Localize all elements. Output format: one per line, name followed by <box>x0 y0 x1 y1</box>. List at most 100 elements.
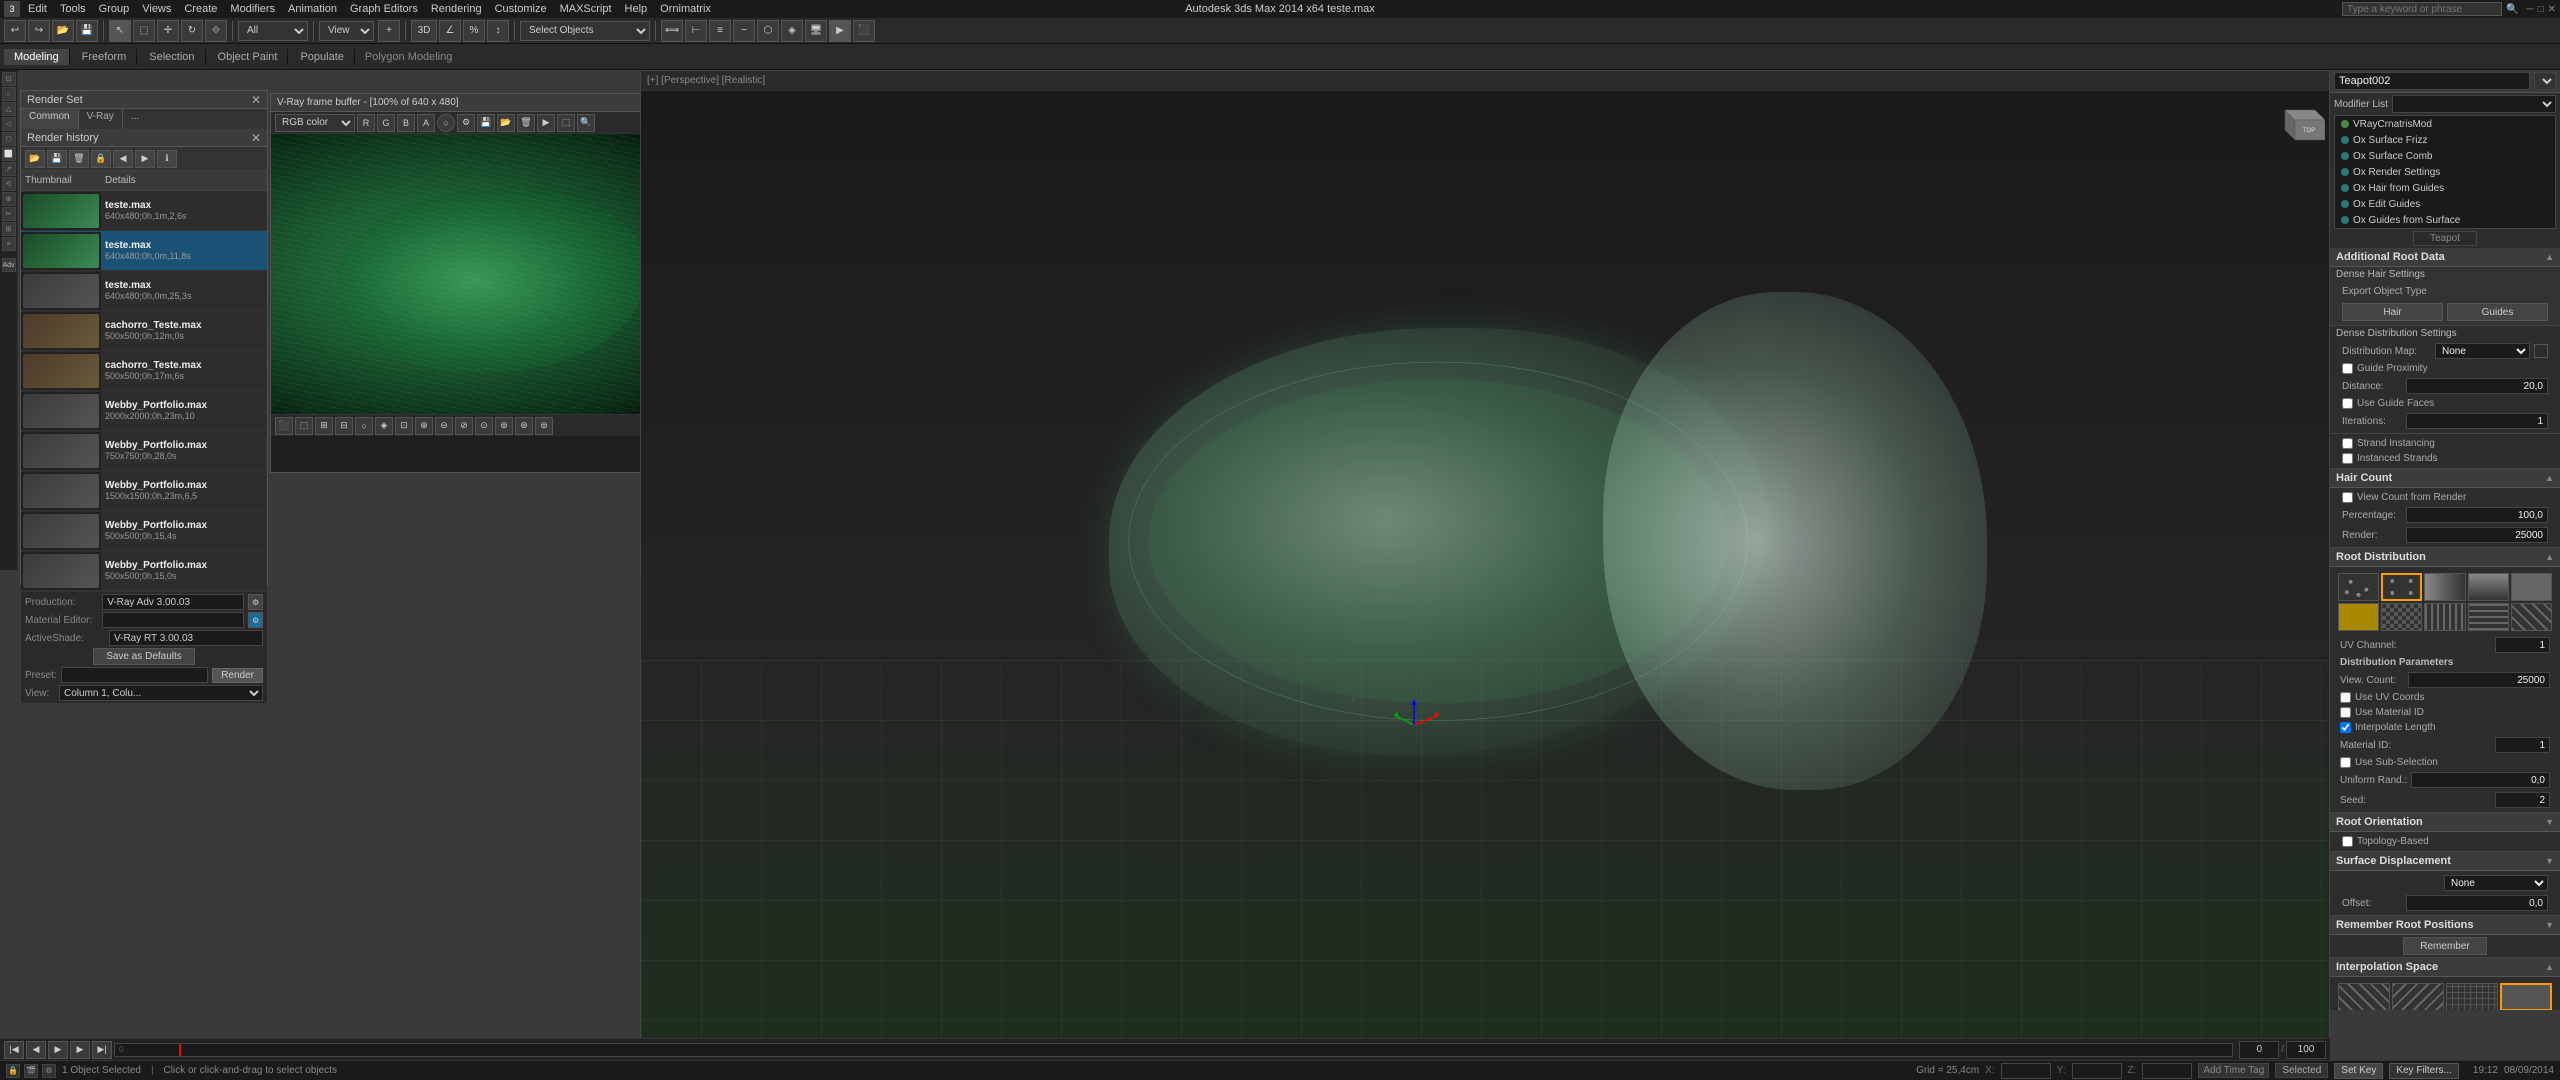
named-sel-dropdown[interactable]: All <box>238 21 308 41</box>
render-btn[interactable]: ▶ <box>829 20 851 42</box>
advanced-icon[interactable]: Adv <box>2 258 16 272</box>
viewport-canvas[interactable]: TOP + <box>641 91 2329 1039</box>
render-history-close[interactable]: ✕ <box>251 131 261 145</box>
vray-alpha-btn[interactable]: A <box>417 114 435 132</box>
menu-rendering[interactable]: Rendering <box>425 2 488 16</box>
mat-id-input[interactable] <box>2495 737 2550 753</box>
vray-bottom-btn7[interactable]: ⊡ <box>395 417 413 435</box>
render-button[interactable]: Render <box>212 668 263 683</box>
history-item-6[interactable]: Webby_Portfolio.max 750x750;0h,28,0s <box>21 431 267 471</box>
mirror-btn[interactable]: ⟺ <box>661 20 683 42</box>
mod-2[interactable]: Ox Surface Comb <box>2335 148 2555 164</box>
remember-btn[interactable]: Remember <box>2403 937 2486 955</box>
search-btn[interactable]: 🔍 <box>2506 4 2518 15</box>
menu-graph-editors[interactable]: Graph Editors <box>344 2 424 16</box>
save-defaults-btn[interactable]: Save as Defaults <box>93 648 195 665</box>
material-editor-btn[interactable]: ◈ <box>781 20 803 42</box>
window-minimize[interactable]: ─ <box>2526 4 2533 15</box>
left-icon-12[interactable]: ≡ <box>2 237 16 251</box>
hist-lock[interactable]: 🔒 <box>91 150 111 168</box>
vray-bottom-btn3[interactable]: ⊞ <box>315 417 333 435</box>
mode-freeform[interactable]: Freeform <box>72 49 138 65</box>
preset-input[interactable] <box>61 667 209 683</box>
vray-bottom-btn4[interactable]: ⊟ <box>335 417 353 435</box>
base-object-label[interactable]: Teapot <box>2413 231 2477 246</box>
move-btn[interactable]: ✛ <box>157 20 179 42</box>
interp-cell-3[interactable] <box>2500 983 2552 1010</box>
scale-btn[interactable]: ⟐ <box>205 20 227 42</box>
view-select[interactable]: Column 1, Colu... <box>59 685 263 701</box>
remember-roots-header[interactable]: Remember Root Positions ▼ <box>2330 916 2560 935</box>
production-input[interactable] <box>102 594 244 610</box>
mode-selection[interactable]: Selection <box>139 49 205 65</box>
key-filters-btn[interactable]: Key Filters... <box>2389 1063 2459 1079</box>
mod-4[interactable]: Ox Hair from Guides <box>2335 180 2555 196</box>
3d-snap-btn[interactable]: 3D <box>411 20 437 42</box>
vray-bottom-btn11[interactable]: ⊙ <box>475 417 493 435</box>
left-icon-7[interactable]: ↗ <box>2 162 16 176</box>
menu-modifiers[interactable]: Modifiers <box>224 2 281 16</box>
render-set-close[interactable]: ✕ <box>251 93 261 107</box>
pct-input[interactable] <box>2406 507 2548 523</box>
mod-1[interactable]: Ox Surface Frizz <box>2335 132 2555 148</box>
mod-6[interactable]: Ox Guides from Surface <box>2335 212 2555 228</box>
rdist-yellow[interactable] <box>2338 603 2379 631</box>
vray-bottom-btn13[interactable]: ⊛ <box>515 417 533 435</box>
render-frame-btn[interactable]: ⬛ <box>853 20 875 42</box>
vray-bottom-btn12[interactable]: ⊚ <box>495 417 513 435</box>
menu-views[interactable]: Views <box>136 2 177 16</box>
dist-map-btn[interactable] <box>2534 344 2548 358</box>
percent-snap-btn[interactable]: % <box>463 20 485 42</box>
vray-region-btn[interactable]: ⬚ <box>557 114 575 132</box>
rdist-checker[interactable] <box>2381 603 2422 631</box>
history-item-2[interactable]: teste.max 640x480;0h,0m,25,3s <box>21 271 267 311</box>
interp-cell-0[interactable] <box>2338 983 2390 1010</box>
menu-create[interactable]: Create <box>178 2 223 16</box>
window-close[interactable]: ✕ <box>2548 4 2556 15</box>
animation-timeline[interactable]: 0 <box>114 1043 2233 1057</box>
window-maximize[interactable]: □ <box>2538 4 2544 15</box>
vray-bottom-btn10[interactable]: ⊘ <box>455 417 473 435</box>
channel-select[interactable]: RGB color <box>275 114 355 132</box>
layer-btn[interactable]: ≡ <box>709 20 731 42</box>
vray-blue-btn[interactable]: B <box>397 114 415 132</box>
status-icon-3[interactable]: ⚙ <box>42 1064 56 1078</box>
interp-len-cb[interactable] <box>2340 722 2351 733</box>
frame-end-input[interactable] <box>2286 1041 2326 1059</box>
angle-snap-btn[interactable]: ∠ <box>439 20 461 42</box>
sub-sel-cb[interactable] <box>2340 757 2351 768</box>
z-coord[interactable] <box>2142 1063 2192 1079</box>
mat-editor-btn[interactable]: ⚙ <box>248 612 263 628</box>
left-icon-3[interactable]: △ <box>2 102 16 116</box>
vray-bottom-btn9[interactable]: ⊖ <box>435 417 453 435</box>
hist-open[interactable]: 📂 <box>25 150 45 168</box>
rdist-grad-h[interactable] <box>2424 573 2465 601</box>
use-mat-id-cb[interactable] <box>2340 707 2351 718</box>
seed-input[interactable] <box>2495 792 2550 808</box>
root-orient-header[interactable]: Root Orientation ▼ <box>2330 813 2560 832</box>
menu-animation[interactable]: Animation <box>282 2 343 16</box>
menu-group[interactable]: Group <box>93 2 136 16</box>
hist-info[interactable]: ℹ <box>157 150 177 168</box>
vray-bottom-btn14[interactable]: ⊜ <box>535 417 553 435</box>
left-icon-8[interactable]: ⟲ <box>2 177 16 191</box>
strand-inst-cb[interactable] <box>2342 438 2353 449</box>
mod-0[interactable]: VRayCrnatrisMod <box>2335 116 2555 132</box>
history-item-8[interactable]: Webby_Portfolio.max 500x500;0h,15,4s <box>21 511 267 551</box>
set-key-btn[interactable]: Set Key <box>2334 1063 2383 1079</box>
left-icon-6[interactable]: ⬜ <box>2 147 16 161</box>
mat-editor-input[interactable] <box>102 612 244 628</box>
activeshade-input[interactable] <box>109 630 263 646</box>
nav-cube[interactable]: TOP <box>2275 95 2325 145</box>
use-uv-cb[interactable] <box>2340 692 2351 703</box>
left-icon-2[interactable]: ○ <box>2 87 16 101</box>
vray-bottom-btn2[interactable]: ⬚ <box>295 417 313 435</box>
vray-circle-btn[interactable]: ○ <box>437 114 455 132</box>
interp-cell-2[interactable] <box>2446 983 2498 1010</box>
undo-btn[interactable]: ↩ <box>4 20 26 42</box>
hist-save[interactable]: 💾 <box>47 150 67 168</box>
menu-ornimatrix[interactable]: Ornimatrix <box>654 2 717 16</box>
anim-prev-key[interactable]: |◀ <box>4 1041 24 1059</box>
left-icon-9[interactable]: ⊕ <box>2 192 16 206</box>
object-name-input[interactable] <box>2334 72 2530 90</box>
